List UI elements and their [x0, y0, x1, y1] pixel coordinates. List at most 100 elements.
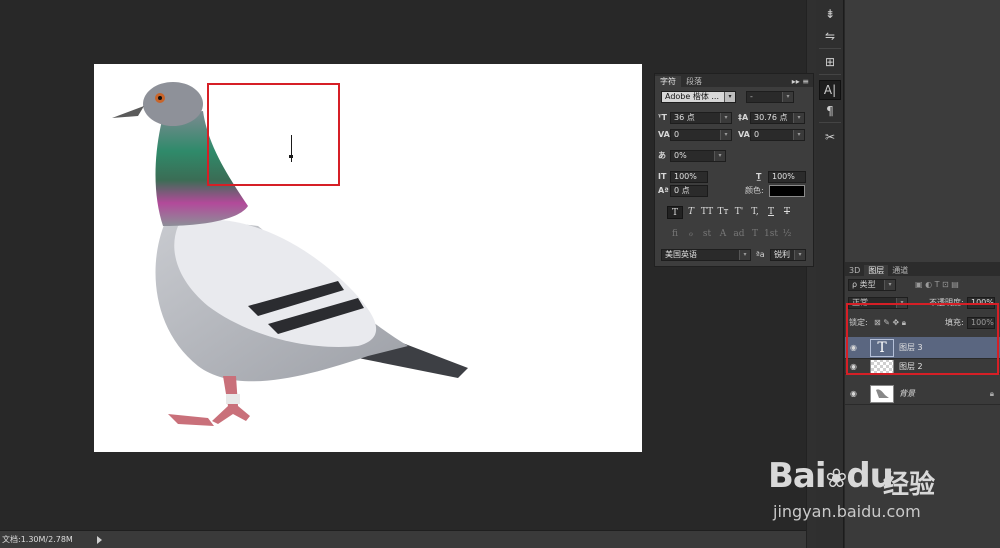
- character-panel-icon[interactable]: A|: [819, 80, 841, 100]
- language-select[interactable]: 美国英语 ▾: [661, 249, 751, 261]
- tracking-field[interactable]: 0 ▾: [750, 129, 805, 141]
- ligature-button[interactable]: fi: [667, 228, 683, 241]
- tab-character[interactable]: 字符: [655, 76, 681, 87]
- contextual-alternates-button[interactable]: ℴ: [683, 228, 699, 241]
- watermark-brand: Bai: [768, 456, 827, 496]
- tab-channels[interactable]: 通道: [888, 265, 912, 276]
- tools-icon[interactable]: ✂: [819, 127, 841, 147]
- chevron-down-icon: ▾: [782, 92, 793, 102]
- swash-button[interactable]: A: [715, 228, 731, 241]
- panel-menu-icon[interactable]: ▸▸ ≡: [792, 76, 813, 87]
- chevron-down-icon: ▾: [720, 113, 731, 123]
- kerning-value: 0: [674, 130, 680, 139]
- chevron-down-icon: ▾: [884, 280, 895, 290]
- document-canvas[interactable]: [94, 64, 642, 452]
- font-size-value: 36 点: [674, 113, 695, 122]
- color-label: 颜色:: [745, 186, 764, 195]
- brush-settings-icon[interactable]: ⇟: [819, 4, 841, 24]
- watermark-cn: 经验: [883, 470, 936, 500]
- chevron-down-icon: ▾: [793, 130, 804, 140]
- chevron-down-icon: ▾: [714, 151, 725, 161]
- ordinals-button[interactable]: 1st: [763, 228, 779, 241]
- eye-icon[interactable]: ◉: [850, 389, 860, 398]
- tracking-value: 0: [754, 130, 760, 139]
- horizontal-scale-icon: T̲: [756, 172, 762, 181]
- tool-presets-icon[interactable]: ⇋: [819, 26, 841, 46]
- faux-italic-button[interactable]: T: [683, 206, 699, 219]
- strikethrough-button[interactable]: T: [779, 206, 795, 219]
- lock-icon: 🔒︎: [989, 388, 994, 398]
- horizontal-scale-field[interactable]: 100%: [768, 171, 806, 183]
- font-style-select[interactable]: - ▾: [746, 91, 794, 103]
- tsume-field[interactable]: 0% ▾: [670, 150, 726, 162]
- leading-icon: ‡A: [738, 113, 749, 122]
- font-family-select[interactable]: Adobe 楷体 ... ▾: [661, 91, 736, 103]
- filter-type-icons[interactable]: ▣ ◐ T ⊡ ▤: [915, 279, 959, 291]
- opentype-buttons: fi ℴ st A ad T 1st ½: [667, 228, 795, 241]
- antialias-value: 锐利: [774, 250, 790, 259]
- status-bar: 文档:1.30M/2.78M: [0, 530, 806, 548]
- tracking-icon: VA: [738, 130, 750, 139]
- font-style-value: -: [750, 92, 753, 101]
- tool-separator: [819, 48, 841, 49]
- text-color-swatch[interactable]: [769, 185, 805, 197]
- layer-filter-select[interactable]: ρ 类型 ▾: [848, 279, 896, 291]
- leading-field[interactable]: 30.76 点 ▾: [750, 112, 805, 124]
- tsume-value: 0%: [674, 151, 687, 160]
- empty-panel-area: [845, 0, 1000, 262]
- layers-panel-tabs: 3D 图层 通道: [845, 262, 1000, 276]
- layer-row-background[interactable]: ◉ 背景 🔒︎: [845, 383, 1000, 405]
- font-size-icon: ᵀT: [658, 113, 667, 122]
- tool-separator: [819, 74, 841, 75]
- small-caps-button[interactable]: Tт: [715, 206, 731, 219]
- language-value: 美国英语: [665, 250, 697, 259]
- layer-filter-value: ρ 类型: [852, 280, 876, 289]
- faux-bold-button[interactable]: T: [667, 206, 683, 219]
- baseline-shift-icon: Aª: [658, 186, 669, 195]
- doc-info: 文档:1.30M/2.78M: [2, 535, 73, 544]
- tab-layers[interactable]: 图层: [864, 265, 889, 276]
- subscript-button[interactable]: T,: [747, 206, 763, 219]
- paragraph-panel-icon[interactable]: ¶: [819, 101, 841, 121]
- baseline-shift-field[interactable]: 0 点: [670, 185, 708, 197]
- leading-value: 30.76 点: [754, 113, 788, 122]
- watermark-url: jingyan.baidu.com: [773, 502, 921, 521]
- chevron-down-icon: ▾: [720, 130, 731, 140]
- tool-separator: [819, 122, 841, 123]
- vertical-scale-icon: IT: [658, 172, 667, 181]
- pigeon-thumbnail-icon: [876, 388, 889, 398]
- discretionary-ligature-button[interactable]: st: [699, 228, 715, 241]
- background-layer-thumbnail: [870, 384, 894, 403]
- play-triangle-icon[interactable]: [96, 535, 102, 544]
- antialias-select[interactable]: 锐利 ▾: [770, 249, 806, 261]
- baidu-watermark-logo: Bai❀du: [768, 456, 894, 496]
- vertical-scale-field[interactable]: 100%: [670, 171, 708, 183]
- font-size-field[interactable]: 36 点 ▾: [670, 112, 732, 124]
- antialias-icon: ªa: [756, 250, 765, 259]
- chevron-down-icon: ▾: [739, 250, 750, 260]
- titling-alternates-button[interactable]: T: [747, 228, 763, 241]
- chevron-down-icon: ▾: [793, 113, 804, 123]
- font-family-value: Adobe 楷体 ...: [665, 92, 720, 101]
- clone-source-icon[interactable]: ⊞: [819, 52, 841, 72]
- chevron-down-icon: ▾: [794, 250, 805, 260]
- text-cursor-baseline: [289, 155, 293, 158]
- kerning-field[interactable]: 0 ▾: [670, 129, 732, 141]
- character-panel-header: 字符 段落 ▸▸ ≡: [655, 74, 813, 87]
- layers-highlight-box: [846, 303, 999, 375]
- chevron-down-icon: ▾: [724, 92, 735, 102]
- underline-button[interactable]: T: [763, 206, 779, 219]
- superscript-button[interactable]: T': [731, 206, 747, 219]
- tab-paragraph[interactable]: 段落: [681, 76, 707, 87]
- tsume-icon: あ: [658, 151, 666, 160]
- type-style-buttons: T T TT Tт T' T, T T: [667, 206, 795, 219]
- fractions-button[interactable]: ½: [779, 228, 795, 241]
- character-panel: 字符 段落 ▸▸ ≡ Adobe 楷体 ... ▾ - ▾ ᵀT 36 点 ▾ …: [654, 73, 814, 267]
- text-box-highlight: [207, 83, 340, 186]
- kerning-icon: VA: [658, 130, 670, 139]
- paw-icon: ❀: [825, 464, 848, 494]
- layer-name: 背景: [899, 389, 915, 398]
- tab-3d[interactable]: 3D: [845, 265, 864, 276]
- all-caps-button[interactable]: TT: [699, 206, 715, 219]
- stylistic-alternates-button[interactable]: ad: [731, 228, 747, 241]
